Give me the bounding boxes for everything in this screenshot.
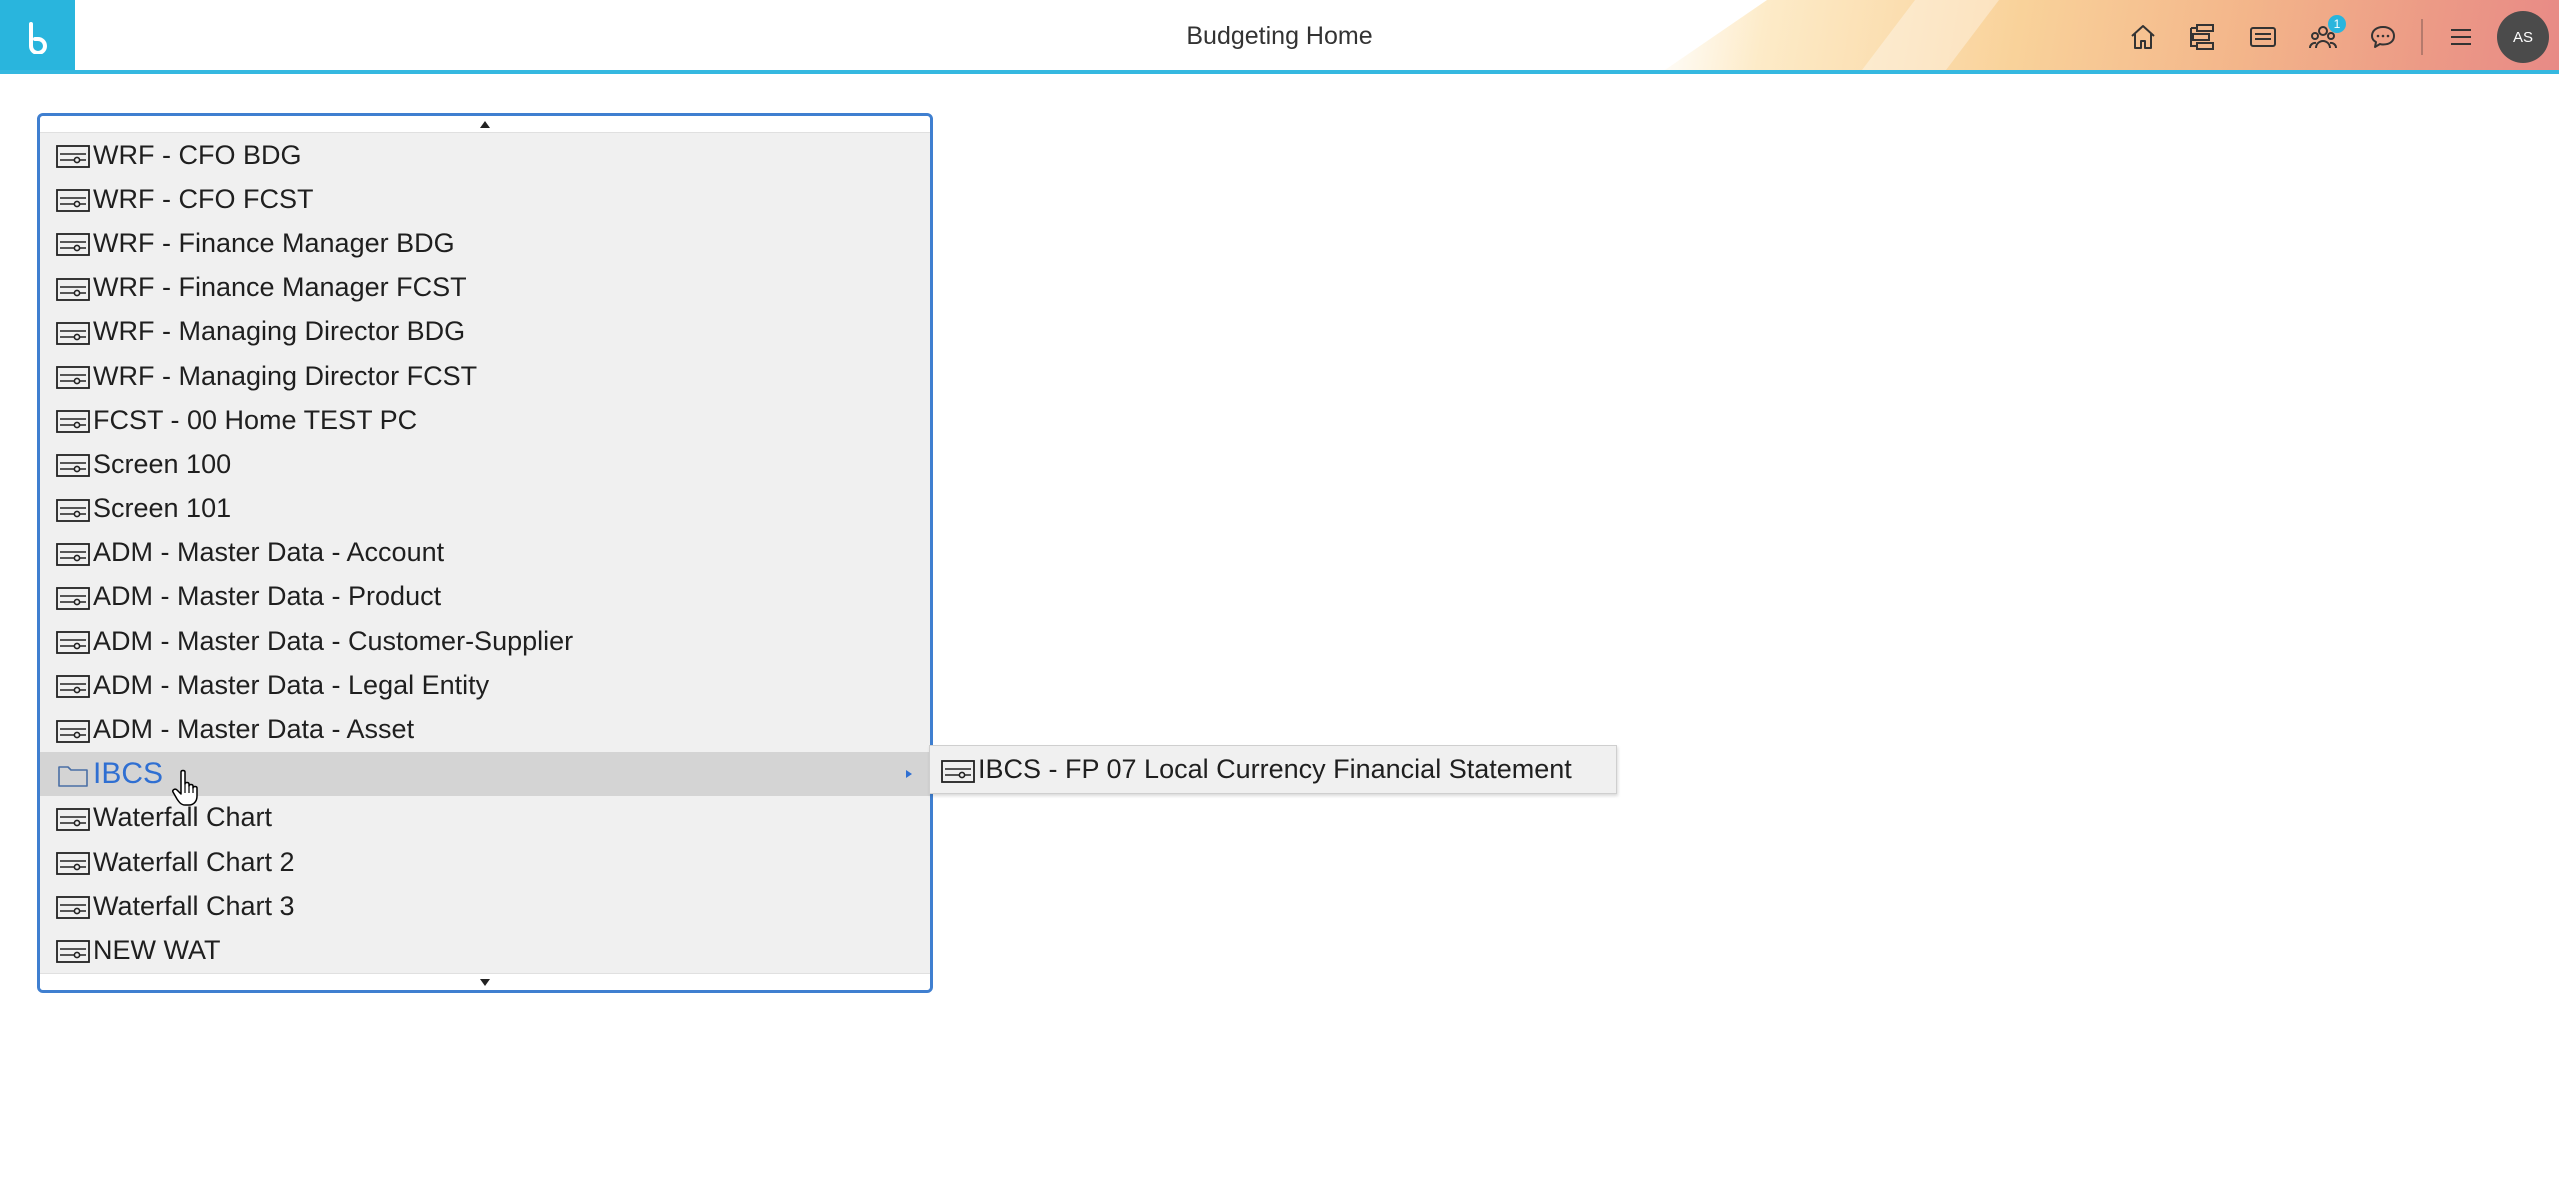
- dashboard-icon: [56, 498, 90, 522]
- menu-item[interactable]: Waterfall Chart 3: [40, 884, 930, 928]
- dashboard-icon: [56, 808, 90, 831]
- home-icon: [2131, 25, 2155, 49]
- menu-item-label: ADM - Master Data - Account: [93, 537, 445, 568]
- menu-item[interactable]: WRF - Managing Director FCST: [40, 354, 930, 398]
- menu-item-label: ADM - Master Data - Asset: [93, 714, 415, 745]
- menu-item-label: Screen 100: [93, 448, 232, 479]
- menu-item-label: ADM - Master Data - Customer-Supplier: [93, 625, 574, 656]
- users-button[interactable]: 1: [2293, 0, 2353, 70]
- dashboard-icon: [56, 366, 90, 389]
- dashboard-icon: [56, 321, 90, 345]
- dashboard-icon: [56, 631, 90, 655]
- submenu-item-label: IBCS - FP 07 Local Currency Financial St…: [978, 754, 1572, 784]
- menu-item[interactable]: Screen 100: [40, 442, 930, 486]
- menu-item-label: Waterfall Chart: [93, 802, 273, 833]
- dashboard-icon: [56, 542, 90, 566]
- menu-item-label: Waterfall Chart 2: [93, 846, 295, 877]
- menu-item-label: IBCS: [93, 756, 164, 790]
- dashboard-icon: [56, 719, 90, 743]
- hierarchy-icon: [2190, 24, 2214, 50]
- menu-item-label: WRF - Managing Director FCST: [93, 360, 478, 391]
- home-button[interactable]: [2113, 0, 2173, 70]
- menu-item-label: ADM - Master Data - Legal Entity: [93, 669, 490, 700]
- menu-item[interactable]: ADM - Master Data - Product: [40, 575, 930, 619]
- menu-item[interactable]: Screen 101: [40, 487, 930, 531]
- dashboard-icon: [56, 852, 90, 875]
- menu-item[interactable]: NEW WAT: [40, 928, 930, 972]
- menu-item[interactable]: ADM - Master Data - Legal Entity: [40, 663, 930, 707]
- menu-item-label: WRF - Managing Director BDG: [93, 316, 466, 347]
- dashboard-icon: [56, 410, 90, 434]
- dashboard-icon: [56, 454, 90, 478]
- dashboard-icon: [56, 940, 90, 964]
- scroll-up-button[interactable]: [40, 116, 930, 133]
- chat-button[interactable]: [2353, 0, 2413, 70]
- dashboard-icon: [56, 189, 90, 213]
- header-divider: [2421, 19, 2423, 55]
- menu-item-label: NEW WAT: [93, 934, 221, 965]
- menu-item[interactable]: WRF - Finance Manager FCST: [40, 266, 930, 310]
- dashboard-icon: [56, 145, 90, 168]
- notification-badge: 1: [2328, 15, 2346, 33]
- menu-item[interactable]: FCST - 00 Home TEST PC: [40, 398, 930, 442]
- folder-icon: [58, 765, 88, 787]
- hamburger-menu-icon: [2451, 29, 2471, 45]
- card-icon: [2250, 27, 2276, 47]
- user-avatar[interactable]: AS: [2497, 11, 2549, 63]
- menu-item-label: WRF - CFO BDG: [93, 139, 302, 170]
- menu-item-list: WRF - CFO BDG WRF - CFO FCST WRF - Finance…: [40, 133, 930, 973]
- app-header: Budgeting Home 1 AS: [0, 0, 2559, 74]
- screens-dropdown-menu: WRF - CFO BDG WRF - CFO FCST WRF - Finance…: [37, 113, 933, 993]
- menu-item-label: Screen 101: [93, 493, 232, 524]
- submenu-arrow-icon: [906, 769, 912, 778]
- menu-item[interactable]: WRF - Managing Director BDG: [40, 310, 930, 354]
- menu-item[interactable]: ADM - Master Data - Customer-Supplier: [40, 619, 930, 663]
- hierarchy-button[interactable]: [2173, 0, 2233, 70]
- submenu-item[interactable]: IBCS - FP 07 Local Currency Financial St…: [940, 754, 1572, 785]
- dashboard-icon: [56, 233, 90, 257]
- chat-icon: [2371, 26, 2395, 48]
- main-menu-button[interactable]: [2431, 0, 2491, 70]
- menu-item[interactable]: WRF - CFO FCST: [40, 177, 930, 221]
- dashboard-icon: [56, 675, 90, 699]
- menu-item[interactable]: ADM - Master Data - Asset: [40, 707, 930, 751]
- menu-item-label: WRF - Finance Manager BDG: [93, 227, 455, 258]
- ibcs-submenu: IBCS - FP 07 Local Currency Financial St…: [929, 745, 1617, 794]
- menu-item[interactable]: WRF - Finance Manager BDG: [40, 221, 930, 265]
- menu-item[interactable]: Waterfall Chart 2: [40, 840, 930, 884]
- menu-item[interactable]: ADM - Master Data - Account: [40, 531, 930, 575]
- menu-item-label: WRF - Finance Manager FCST: [93, 272, 467, 303]
- menu-item-label: Waterfall Chart 3: [93, 890, 295, 921]
- caret-up-icon: [480, 120, 490, 128]
- menu-item-label: ADM - Master Data - Product: [93, 581, 442, 612]
- header-toolbar: 1 AS: [2113, 0, 2559, 70]
- menu-item-label: FCST - 00 Home TEST PC: [93, 404, 418, 435]
- hand-cursor-icon: [172, 769, 198, 806]
- dashboard-icon: [56, 277, 90, 301]
- caret-down-icon: [480, 978, 490, 986]
- dashboard-icon: [56, 587, 90, 610]
- menu-item-label: WRF - CFO FCST: [93, 183, 314, 214]
- dashboard-icon: [56, 896, 90, 920]
- dashboard-icon: [941, 759, 975, 783]
- card-button[interactable]: [2233, 0, 2293, 70]
- menu-item[interactable]: WRF - CFO BDG: [40, 133, 930, 177]
- scroll-down-button[interactable]: [40, 973, 930, 990]
